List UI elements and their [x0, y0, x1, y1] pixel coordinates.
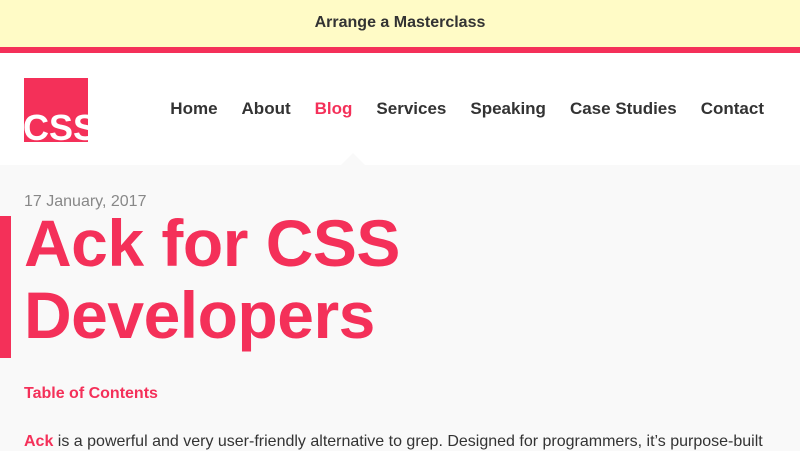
- nav-item-case-studies[interactable]: Case Studies: [570, 99, 677, 119]
- ack-link[interactable]: Ack: [24, 433, 53, 450]
- logo-text: CSS: [24, 107, 88, 143]
- intro-paragraph: Ack is a powerful and very user-friendly…: [24, 433, 784, 451]
- nav-item-contact[interactable]: Contact: [701, 99, 764, 119]
- nav-item-home[interactable]: Home: [170, 99, 217, 119]
- promo-bar: Arrange a Masterclass: [0, 0, 800, 47]
- masterclass-link[interactable]: Arrange a Masterclass: [315, 14, 486, 32]
- main-nav: Home About Blog Services Speaking Case S…: [146, 99, 764, 119]
- nav-item-services[interactable]: Services: [376, 99, 446, 119]
- nav-item-speaking[interactable]: Speaking: [470, 99, 546, 119]
- title-accent-bar: [0, 216, 11, 358]
- nav-item-blog[interactable]: Blog: [315, 99, 353, 119]
- page-title: Ack for CSS Developers: [24, 206, 400, 352]
- table-of-contents-link[interactable]: Table of Contents: [24, 385, 158, 403]
- site-header: CSS Home About Blog Services Speaking Ca…: [0, 53, 800, 165]
- post-main: 17 January, 2017 Ack for CSS Developers …: [0, 165, 800, 450]
- intro-text: is a powerful and very user-friendly alt…: [53, 433, 763, 450]
- active-nav-caret: [341, 153, 365, 165]
- nav-item-about[interactable]: About: [242, 99, 291, 119]
- site-logo[interactable]: CSS: [24, 78, 88, 142]
